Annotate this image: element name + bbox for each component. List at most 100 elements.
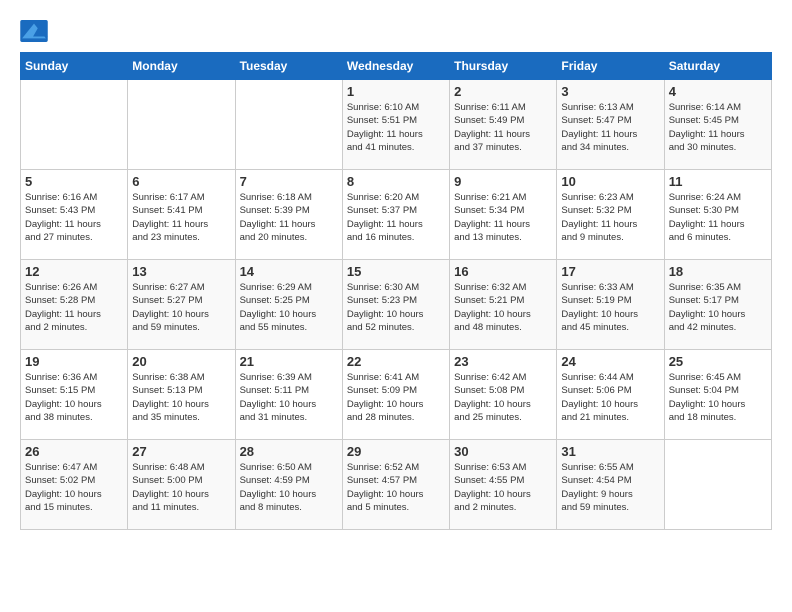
calendar-header: SundayMondayTuesdayWednesdayThursdayFrid… [21,53,772,80]
day-info: Sunrise: 6:14 AM Sunset: 5:45 PM Dayligh… [669,101,767,154]
calendar-cell: 16 Sunrise: 6:32 AM Sunset: 5:21 PM Dayli… [450,260,557,350]
day-info: Sunrise: 6:21 AM Sunset: 5:34 PM Dayligh… [454,191,552,244]
day-number: 2 [454,84,552,99]
calendar-cell: 8 Sunrise: 6:20 AM Sunset: 5:37 PM Daylig… [342,170,449,260]
day-info: Sunrise: 6:32 AM Sunset: 5:21 PM Dayligh… [454,281,552,334]
calendar-cell: 25 Sunrise: 6:45 AM Sunset: 5:04 PM Dayli… [664,350,771,440]
calendar-cell [128,80,235,170]
day-info: Sunrise: 6:48 AM Sunset: 5:00 PM Dayligh… [132,461,230,514]
weekday-header-sunday: Sunday [21,53,128,80]
calendar-cell [664,440,771,530]
day-info: Sunrise: 6:33 AM Sunset: 5:19 PM Dayligh… [561,281,659,334]
calendar-cell: 3 Sunrise: 6:13 AM Sunset: 5:47 PM Daylig… [557,80,664,170]
day-number: 28 [240,444,338,459]
calendar-table: SundayMondayTuesdayWednesdayThursdayFrid… [20,52,772,530]
day-info: Sunrise: 6:36 AM Sunset: 5:15 PM Dayligh… [25,371,123,424]
day-info: Sunrise: 6:45 AM Sunset: 5:04 PM Dayligh… [669,371,767,424]
calendar-cell: 17Sunrise: 6:33 AM Sunset: 5:19 PM Dayli… [557,260,664,350]
day-number: 11 [669,174,767,189]
day-number: 4 [669,84,767,99]
calendar-cell: 10 Sunrise: 6:23 AM Sunset: 5:32 PM Dayli… [557,170,664,260]
weekday-header-wednesday: Wednesday [342,53,449,80]
day-number: 10 [561,174,659,189]
day-number: 25 [669,354,767,369]
day-info: Sunrise: 6:13 AM Sunset: 5:47 PM Dayligh… [561,101,659,154]
day-number: 29 [347,444,445,459]
calendar-cell: 9 Sunrise: 6:21 AM Sunset: 5:34 PM Daylig… [450,170,557,260]
calendar-cell [235,80,342,170]
day-number: 23 [454,354,552,369]
day-number: 9 [454,174,552,189]
day-number: 26 [25,444,123,459]
day-info: Sunrise: 6:53 AM Sunset: 4:55 PM Dayligh… [454,461,552,514]
day-info: Sunrise: 6:11 AM Sunset: 5:49 PM Dayligh… [454,101,552,154]
calendar-cell: 24Sunrise: 6:44 AM Sunset: 5:06 PM Dayli… [557,350,664,440]
day-info: Sunrise: 6:52 AM Sunset: 4:57 PM Dayligh… [347,461,445,514]
day-number: 22 [347,354,445,369]
weekday-header-friday: Friday [557,53,664,80]
calendar-cell: 6 Sunrise: 6:17 AM Sunset: 5:41 PM Daylig… [128,170,235,260]
calendar-week-4: 19 Sunrise: 6:36 AM Sunset: 5:15 PM Dayli… [21,350,772,440]
weekday-header-tuesday: Tuesday [235,53,342,80]
calendar-cell: 21 Sunrise: 6:39 AM Sunset: 5:11 PM Dayli… [235,350,342,440]
day-info: Sunrise: 6:23 AM Sunset: 5:32 PM Dayligh… [561,191,659,244]
day-number: 21 [240,354,338,369]
calendar-cell: 5 Sunrise: 6:16 AM Sunset: 5:43 PM Daylig… [21,170,128,260]
day-number: 8 [347,174,445,189]
day-info: Sunrise: 6:29 AM Sunset: 5:25 PM Dayligh… [240,281,338,334]
day-number: 20 [132,354,230,369]
day-number: 3 [561,84,659,99]
day-info: Sunrise: 6:26 AM Sunset: 5:28 PM Dayligh… [25,281,123,334]
day-info: Sunrise: 6:38 AM Sunset: 5:13 PM Dayligh… [132,371,230,424]
calendar-cell: 20 Sunrise: 6:38 AM Sunset: 5:13 PM Dayli… [128,350,235,440]
day-info: Sunrise: 6:24 AM Sunset: 5:30 PM Dayligh… [669,191,767,244]
calendar-cell: 28 Sunrise: 6:50 AM Sunset: 4:59 PM Dayli… [235,440,342,530]
calendar-week-3: 12 Sunrise: 6:26 AM Sunset: 5:28 PM Dayli… [21,260,772,350]
day-number: 1 [347,84,445,99]
calendar-cell: 4 Sunrise: 6:14 AM Sunset: 5:45 PM Daylig… [664,80,771,170]
day-number: 27 [132,444,230,459]
calendar-cell: 12 Sunrise: 6:26 AM Sunset: 5:28 PM Dayli… [21,260,128,350]
day-info: Sunrise: 6:39 AM Sunset: 5:11 PM Dayligh… [240,371,338,424]
day-info: Sunrise: 6:50 AM Sunset: 4:59 PM Dayligh… [240,461,338,514]
day-number: 30 [454,444,552,459]
day-number: 14 [240,264,338,279]
day-number: 7 [240,174,338,189]
day-number: 18 [669,264,767,279]
day-info: Sunrise: 6:55 AM Sunset: 4:54 PM Dayligh… [561,461,659,514]
calendar-cell: 26Sunrise: 6:47 AM Sunset: 5:02 PM Dayli… [21,440,128,530]
calendar-body: 1 Sunrise: 6:10 AM Sunset: 5:51 PM Daylig… [21,80,772,530]
calendar-cell [21,80,128,170]
day-info: Sunrise: 6:18 AM Sunset: 5:39 PM Dayligh… [240,191,338,244]
weekday-header-thursday: Thursday [450,53,557,80]
calendar-cell: 2 Sunrise: 6:11 AM Sunset: 5:49 PM Daylig… [450,80,557,170]
calendar-week-1: 1 Sunrise: 6:10 AM Sunset: 5:51 PM Daylig… [21,80,772,170]
day-number: 5 [25,174,123,189]
calendar-cell: 27 Sunrise: 6:48 AM Sunset: 5:00 PM Dayli… [128,440,235,530]
day-number: 31 [561,444,659,459]
calendar-cell: 7 Sunrise: 6:18 AM Sunset: 5:39 PM Daylig… [235,170,342,260]
day-number: 13 [132,264,230,279]
weekday-header-monday: Monday [128,53,235,80]
day-number: 16 [454,264,552,279]
calendar-week-2: 5 Sunrise: 6:16 AM Sunset: 5:43 PM Daylig… [21,170,772,260]
logo [20,20,52,42]
weekday-header-saturday: Saturday [664,53,771,80]
day-number: 19 [25,354,123,369]
calendar-cell: 1 Sunrise: 6:10 AM Sunset: 5:51 PM Daylig… [342,80,449,170]
day-info: Sunrise: 6:20 AM Sunset: 5:37 PM Dayligh… [347,191,445,244]
calendar-week-5: 26Sunrise: 6:47 AM Sunset: 5:02 PM Dayli… [21,440,772,530]
page-header [20,20,772,42]
day-info: Sunrise: 6:16 AM Sunset: 5:43 PM Dayligh… [25,191,123,244]
day-number: 6 [132,174,230,189]
day-info: Sunrise: 6:10 AM Sunset: 5:51 PM Dayligh… [347,101,445,154]
calendar-cell: 18 Sunrise: 6:35 AM Sunset: 5:17 PM Dayli… [664,260,771,350]
day-info: Sunrise: 6:35 AM Sunset: 5:17 PM Dayligh… [669,281,767,334]
calendar-cell: 11 Sunrise: 6:24 AM Sunset: 5:30 PM Dayli… [664,170,771,260]
day-info: Sunrise: 6:30 AM Sunset: 5:23 PM Dayligh… [347,281,445,334]
day-info: Sunrise: 6:17 AM Sunset: 5:41 PM Dayligh… [132,191,230,244]
calendar-cell: 15Sunrise: 6:30 AM Sunset: 5:23 PM Dayli… [342,260,449,350]
day-number: 12 [25,264,123,279]
calendar-cell: 22Sunrise: 6:41 AM Sunset: 5:09 PM Dayli… [342,350,449,440]
calendar-cell: 31 Sunrise: 6:55 AM Sunset: 4:54 PM Dayli… [557,440,664,530]
